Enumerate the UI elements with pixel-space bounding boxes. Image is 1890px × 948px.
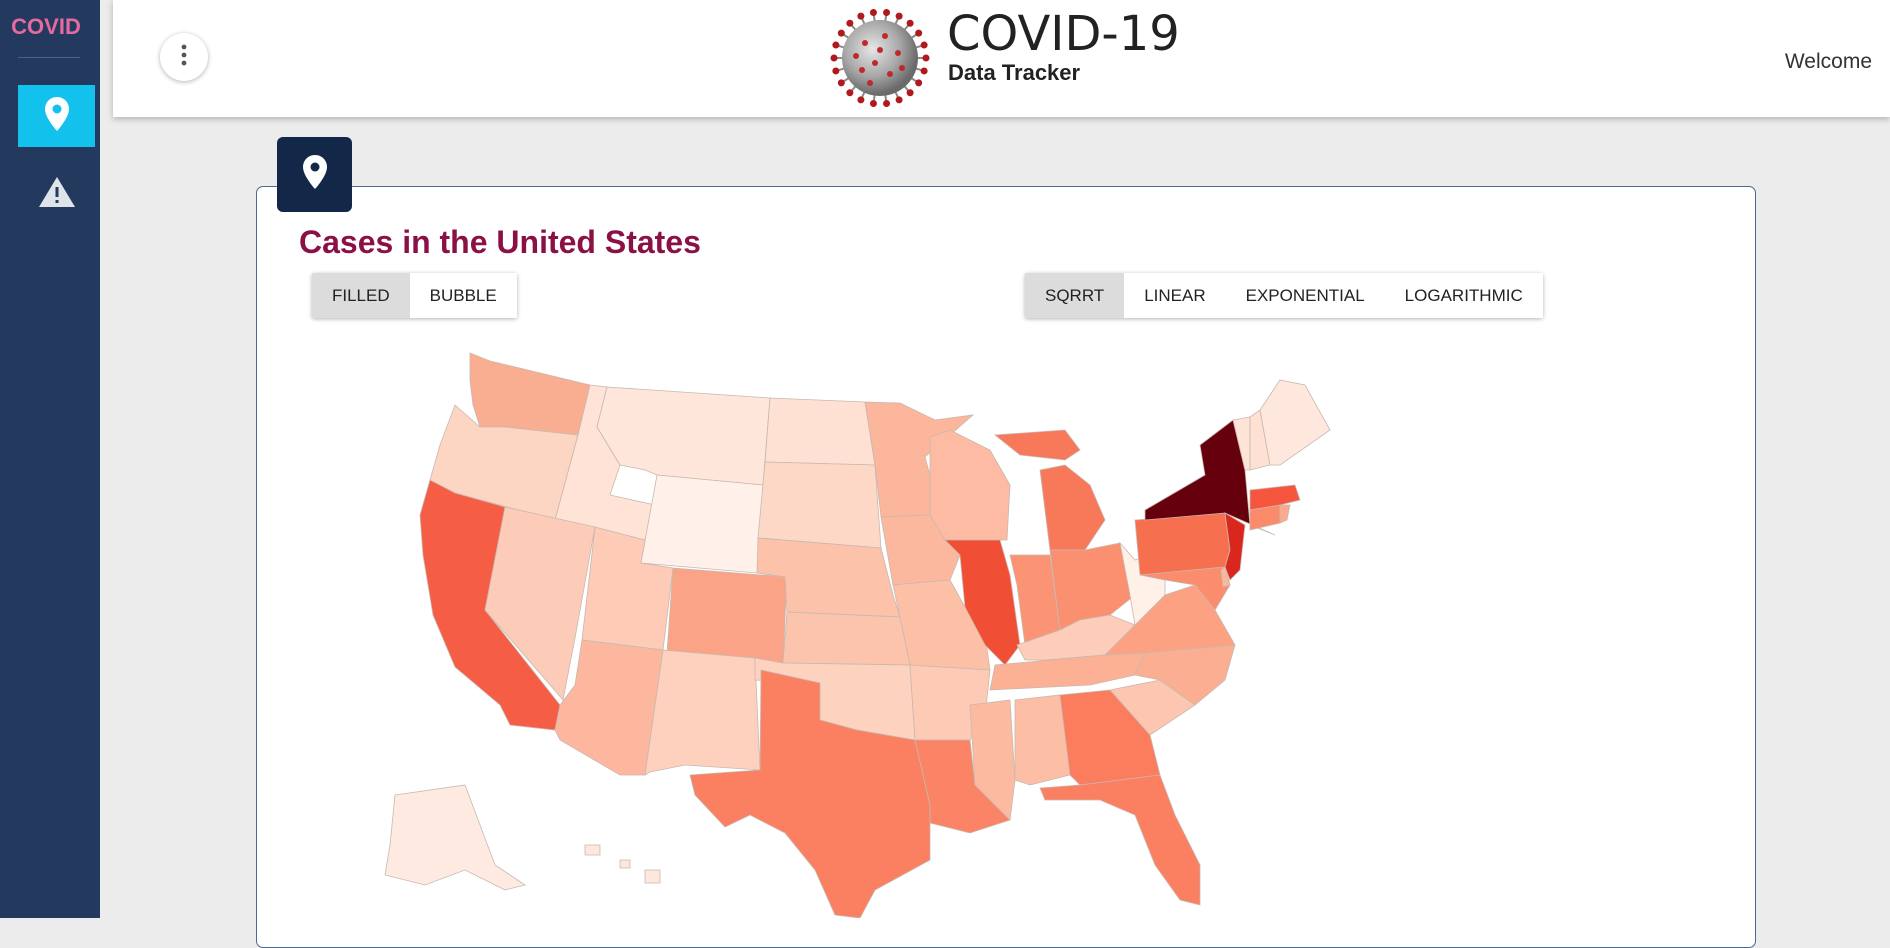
exponential-button[interactable]: EXPONENTIAL bbox=[1225, 273, 1385, 318]
state-wy[interactable] bbox=[640, 474, 764, 574]
more-vertical-icon bbox=[181, 44, 187, 71]
filled-button[interactable]: FILLED bbox=[312, 273, 410, 318]
state-ak[interactable] bbox=[384, 784, 526, 891]
map-pin-icon bbox=[302, 155, 327, 194]
warning-icon bbox=[38, 176, 76, 213]
nav-item-alerts[interactable] bbox=[18, 163, 95, 225]
panel-title: Cases in the United States bbox=[299, 224, 701, 260]
bubble-button[interactable]: BUBBLE bbox=[409, 273, 517, 318]
state-mi[interactable] bbox=[993, 429, 1106, 551]
state-ri[interactable] bbox=[1279, 504, 1291, 524]
state-fl[interactable] bbox=[1039, 774, 1201, 906]
app-subtitle: Data Tracker bbox=[948, 60, 1081, 85]
panel-tab bbox=[277, 137, 352, 212]
state-wi[interactable] bbox=[929, 429, 1011, 541]
state-wa[interactable] bbox=[469, 352, 591, 436]
state-pa[interactable] bbox=[1134, 512, 1231, 576]
state-me[interactable] bbox=[1259, 379, 1331, 466]
scale-toggle: SQRRT LINEAR EXPONENTIAL LOGARITHMIC bbox=[1025, 273, 1543, 318]
logarithmic-button[interactable]: LOGARITHMIC bbox=[1384, 273, 1543, 318]
state-hi[interactable] bbox=[584, 844, 661, 884]
sidebar: COVID bbox=[0, 0, 100, 918]
state-tn[interactable] bbox=[989, 652, 1146, 691]
sidebar-brand: COVID bbox=[11, 14, 81, 39]
map-type-toggle: FILLED BUBBLE bbox=[312, 273, 517, 318]
nav-item-map[interactable] bbox=[18, 85, 95, 147]
state-nm[interactable] bbox=[644, 649, 761, 776]
state-ks[interactable] bbox=[782, 611, 911, 666]
map-pin-icon bbox=[44, 96, 69, 136]
state-sd[interactable] bbox=[757, 461, 882, 549]
more-menu-button[interactable] bbox=[160, 33, 208, 81]
welcome-text: Welcome bbox=[1784, 50, 1872, 73]
sqrrt-button[interactable]: SQRRT bbox=[1025, 273, 1125, 318]
state-mt[interactable] bbox=[596, 386, 771, 486]
us-map-svg bbox=[384, 352, 1331, 919]
linear-button[interactable]: LINEAR bbox=[1124, 273, 1226, 318]
coronavirus-icon bbox=[830, 8, 930, 108]
state-co[interactable] bbox=[666, 567, 788, 664]
sidebar-divider bbox=[18, 57, 80, 58]
state-az[interactable] bbox=[554, 639, 664, 776]
app-title: COVID-19 bbox=[947, 6, 1180, 62]
us-choropleth-map bbox=[345, 345, 1345, 919]
state-nd[interactable] bbox=[764, 397, 876, 466]
